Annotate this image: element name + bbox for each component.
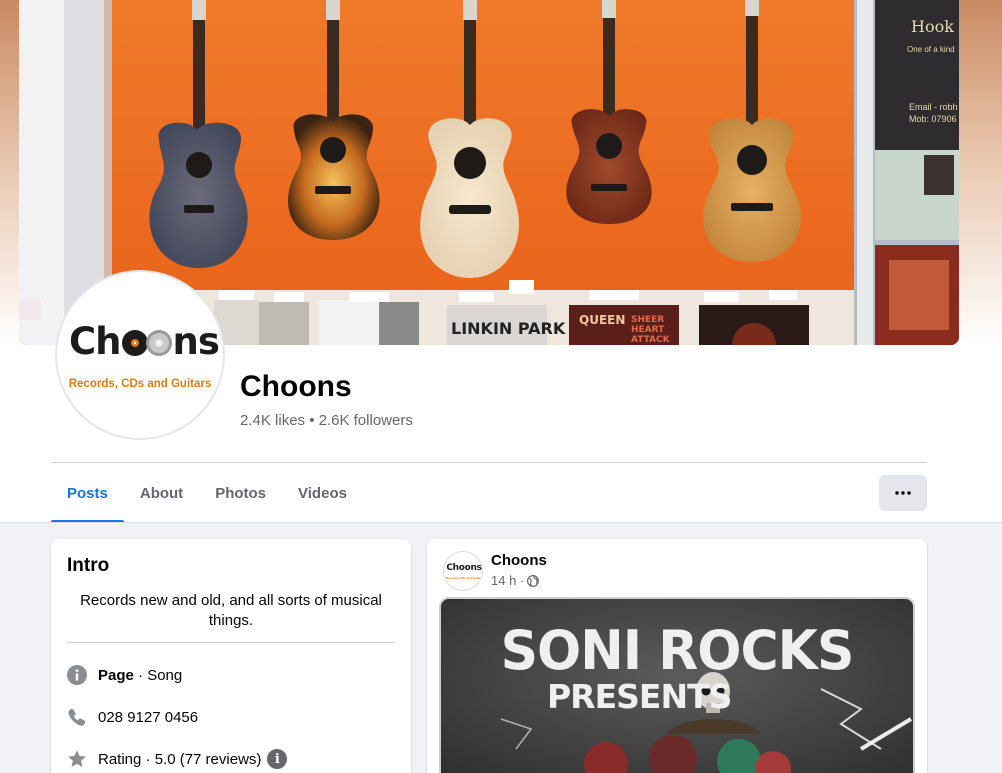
info-icon <box>67 665 87 685</box>
page-title: Choons <box>240 370 352 403</box>
star-icon <box>67 749 87 769</box>
phone-icon <box>67 707 87 727</box>
tab-posts[interactable]: Posts <box>51 466 124 523</box>
post-meta: 14 h · <box>491 573 540 588</box>
avatar-wordmark: Choons <box>446 563 482 573</box>
info-row-rating: Rating · 5.0 (77 reviews) i <box>67 749 288 769</box>
vinyl-discs-icon <box>121 330 172 356</box>
more-options-button[interactable] <box>879 475 927 511</box>
svg-text:LINKIN PARK: LINKIN PARK <box>451 319 566 338</box>
category-value: · Song <box>133 666 183 684</box>
intro-divider <box>67 642 395 643</box>
cover-blur-left <box>0 0 20 345</box>
post-time[interactable]: 14 h · <box>491 573 524 588</box>
svg-text:Email - robh: Email - robh <box>909 102 958 112</box>
tab-about[interactable]: About <box>124 466 199 521</box>
phone-number[interactable]: 028 9127 0456 <box>98 709 198 726</box>
intro-card: Intro Records new and old, and all sorts… <box>51 539 411 773</box>
info-row-phone: 028 9127 0456 <box>67 707 198 727</box>
svg-text:HEART: HEART <box>631 325 665 335</box>
post-card: Choons Records, CDs and Guitars Choons 1… <box>427 539 927 773</box>
cover-blur-right <box>958 0 1002 345</box>
rating-info-icon[interactable]: i <box>267 749 288 769</box>
poster-subtitle: PRESENTS <box>547 677 732 716</box>
post-avatar[interactable]: Choons Records, CDs and Guitars <box>443 551 483 591</box>
header-divider <box>51 462 927 463</box>
intro-bio: Records new and old, and all sorts of mu… <box>80 592 382 629</box>
svg-text:QUEEN: QUEEN <box>579 313 625 327</box>
svg-text:SHEER: SHEER <box>631 315 664 325</box>
category-label: Page <box>98 666 134 684</box>
page-stats[interactable]: 2.4K likes • 2.6K followers <box>240 412 413 429</box>
logo-tagline: Records, CDs and Guitars <box>68 378 212 390</box>
svg-text:Mob: 07906: Mob: 07906 <box>909 114 957 124</box>
svg-text:One of a kind: One of a kind <box>907 45 955 54</box>
svg-text:Hook G: Hook G <box>911 17 959 36</box>
tab-photos[interactable]: Photos <box>199 466 282 521</box>
tab-videos[interactable]: Videos <box>282 466 363 521</box>
globe-icon <box>527 574 540 587</box>
poster-title: SONI ROCKS <box>500 619 855 683</box>
more-dots-icon <box>895 491 911 495</box>
avatar-tagline: Records, CDs and Guitars <box>446 576 483 580</box>
header-shadow <box>0 522 1002 523</box>
intro-title: Intro <box>67 555 110 576</box>
post-image[interactable]: SONI ROCKS PRESENTS <box>439 597 915 773</box>
info-row-category: Page · Song <box>67 665 182 685</box>
svg-text:ATTACK: ATTACK <box>631 335 671 345</box>
rating-text: Rating · 5.0 (77 reviews) <box>98 750 262 768</box>
logo-wordmark: Ch ns <box>69 320 220 363</box>
profile-tabs: Posts About Photos Videos <box>51 466 363 523</box>
profile-picture[interactable]: Ch ns Records, CDs and Guitars <box>55 270 225 440</box>
post-author[interactable]: Choons <box>491 552 547 569</box>
